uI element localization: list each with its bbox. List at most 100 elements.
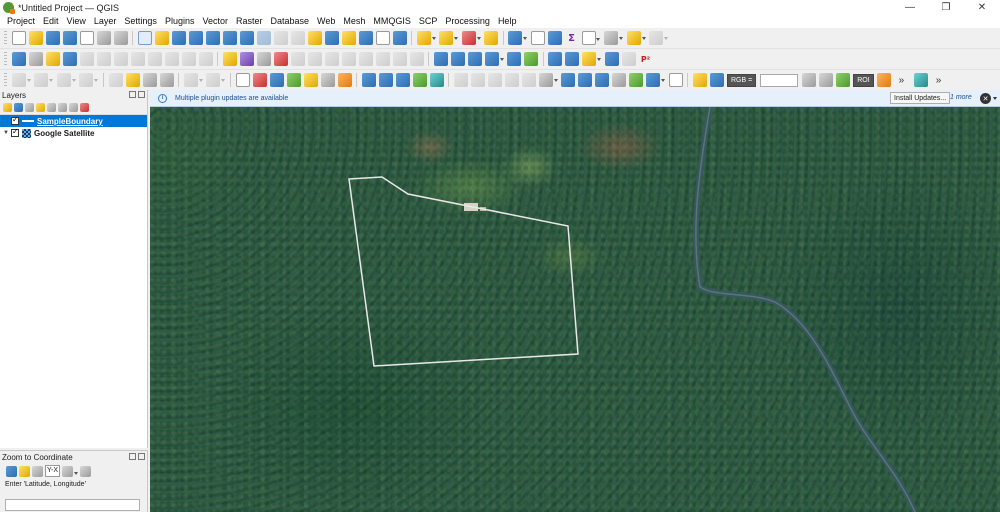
menu-scp[interactable]: SCP (415, 15, 442, 28)
scp-roi-create-icon[interactable] (877, 73, 892, 87)
change-label-icon[interactable] (307, 52, 322, 66)
band-combo[interactable] (760, 73, 799, 87)
pencil-icon[interactable] (337, 73, 352, 87)
fill-ring-icon[interactable] (183, 73, 203, 87)
menu-settings[interactable]: Settings (120, 15, 161, 28)
pin-labels-icon[interactable] (239, 52, 254, 66)
heatmap-icon[interactable] (629, 73, 643, 87)
mmqgis-icon[interactable] (412, 73, 427, 87)
cut-features-icon[interactable] (130, 52, 145, 66)
toolbar-grip[interactable] (4, 31, 7, 45)
roi-combo[interactable]: ROI (853, 73, 874, 87)
scp-contrast-icon[interactable] (801, 73, 816, 87)
maximize-button[interactable]: ❐ (928, 0, 964, 15)
save-as-icon[interactable] (62, 31, 77, 45)
redo-icon[interactable] (198, 52, 213, 66)
identify-features-icon[interactable] (508, 31, 527, 45)
layer-row-google-satellite[interactable]: ▼ Google Satellite (0, 127, 147, 139)
scp-preview-icon[interactable] (914, 73, 929, 87)
html-export-icon[interactable] (395, 73, 410, 87)
shape-digitizing-icon[interactable] (341, 52, 356, 66)
p2-icon[interactable]: P² (639, 52, 653, 66)
menu-edit[interactable]: Edit (39, 15, 63, 28)
install-updates-button[interactable]: Install Updates... (890, 92, 951, 104)
measure-line-icon[interactable] (604, 31, 623, 45)
georef-add-icon[interactable] (561, 73, 575, 87)
swap-yx-button[interactable]: Y-X (45, 465, 61, 477)
move-label-icon[interactable] (273, 52, 288, 66)
coordinate-input[interactable] (5, 499, 140, 511)
label-tool-icon[interactable] (222, 52, 237, 66)
expand-arrow-icon[interactable]: ▼ (3, 130, 11, 136)
open-project-icon[interactable] (28, 31, 43, 45)
filter-expression-icon[interactable] (47, 103, 56, 112)
toolbar-overflow[interactable]: » (899, 75, 905, 86)
form-annotation-icon[interactable] (504, 73, 519, 87)
save-edits-icon[interactable] (62, 52, 77, 66)
zoom-to-coordinate-icon[interactable] (269, 73, 284, 87)
toolbar-grip[interactable] (4, 73, 7, 87)
scp-clip-icon[interactable] (303, 73, 318, 87)
align-raster-icon[interactable] (612, 73, 626, 87)
layer-visibility-checkbox[interactable] (11, 115, 19, 125)
menu-help[interactable]: Help (494, 15, 521, 28)
settings-gear-icon[interactable] (80, 465, 92, 477)
vertex-editor-icon[interactable] (450, 52, 465, 66)
save-project-icon[interactable] (45, 31, 60, 45)
vertex-tool-icon[interactable] (96, 52, 111, 66)
scp-settings-icon[interactable] (621, 52, 636, 66)
refresh-icon[interactable] (392, 31, 407, 45)
merge-features-icon[interactable] (358, 52, 373, 66)
georeferencer-icon[interactable] (433, 52, 448, 66)
zoom-full-icon[interactable] (205, 31, 220, 45)
swap-icon[interactable] (159, 73, 174, 87)
toggle-editing-icon[interactable] (45, 52, 60, 66)
menu-vector[interactable]: Vector (198, 15, 232, 28)
text-annotation-icon[interactable] (453, 73, 468, 87)
close-icon[interactable]: ✕ (980, 93, 991, 104)
statistical-summary-icon[interactable]: Σ (565, 31, 579, 45)
close-menu-icon[interactable] (993, 97, 997, 100)
raster-tools-icon[interactable] (646, 73, 665, 87)
select-by-value-icon[interactable] (439, 31, 458, 45)
capture-coordinates-icon[interactable] (142, 73, 157, 87)
toolbar-overflow-2[interactable]: » (936, 75, 942, 86)
new-project-icon[interactable] (11, 31, 26, 45)
temporal-controller-icon[interactable] (375, 31, 390, 45)
add-group-icon[interactable] (14, 103, 23, 112)
scp-stretch-icon[interactable] (818, 73, 833, 87)
style-manager-icon[interactable] (96, 31, 111, 45)
globe-icon[interactable] (320, 73, 335, 87)
close-button[interactable]: ✕ (964, 0, 1000, 15)
move-annotation-icon[interactable] (521, 73, 536, 87)
add-ring-icon[interactable] (79, 73, 98, 87)
new-print-layout-icon[interactable] (79, 31, 94, 45)
new-3d-view-icon[interactable] (324, 31, 339, 45)
minimize-button[interactable]: — (892, 0, 928, 15)
kmz-export-icon[interactable] (378, 73, 393, 87)
layer-visibility-checkbox[interactable] (11, 127, 19, 137)
filter-legend-icon[interactable] (36, 103, 45, 112)
expand-all-icon[interactable] (58, 103, 67, 112)
add-polygon-icon[interactable] (11, 73, 31, 87)
layer-row-sampleboundary[interactable]: SampleBoundary (0, 115, 147, 127)
zoom-next-icon[interactable] (290, 31, 305, 45)
zoom-in-icon[interactable] (171, 31, 186, 45)
python-console-icon[interactable] (507, 52, 521, 66)
map-canvas[interactable] (150, 107, 1000, 512)
scp-roi-pointer-icon[interactable] (835, 73, 850, 87)
text-tool-icon[interactable] (668, 73, 683, 87)
remove-layer-icon[interactable] (80, 103, 89, 112)
scp-zoom-icon[interactable] (709, 73, 724, 87)
scp-band-calc-icon[interactable] (692, 73, 707, 87)
deselect-features-icon[interactable] (461, 31, 481, 45)
toolbar-grip[interactable] (4, 52, 7, 66)
menu-web[interactable]: Web (313, 15, 339, 28)
more-messages-link[interactable]: 1 more (950, 94, 972, 101)
reshape-features-icon[interactable] (409, 52, 424, 66)
pan-to-selection-icon[interactable] (154, 31, 169, 45)
bookmark-icon[interactable] (341, 31, 356, 45)
processing-toolbox-icon[interactable] (547, 31, 562, 45)
zoom-native-icon[interactable] (256, 31, 271, 45)
menu-database[interactable]: Database (267, 15, 314, 28)
